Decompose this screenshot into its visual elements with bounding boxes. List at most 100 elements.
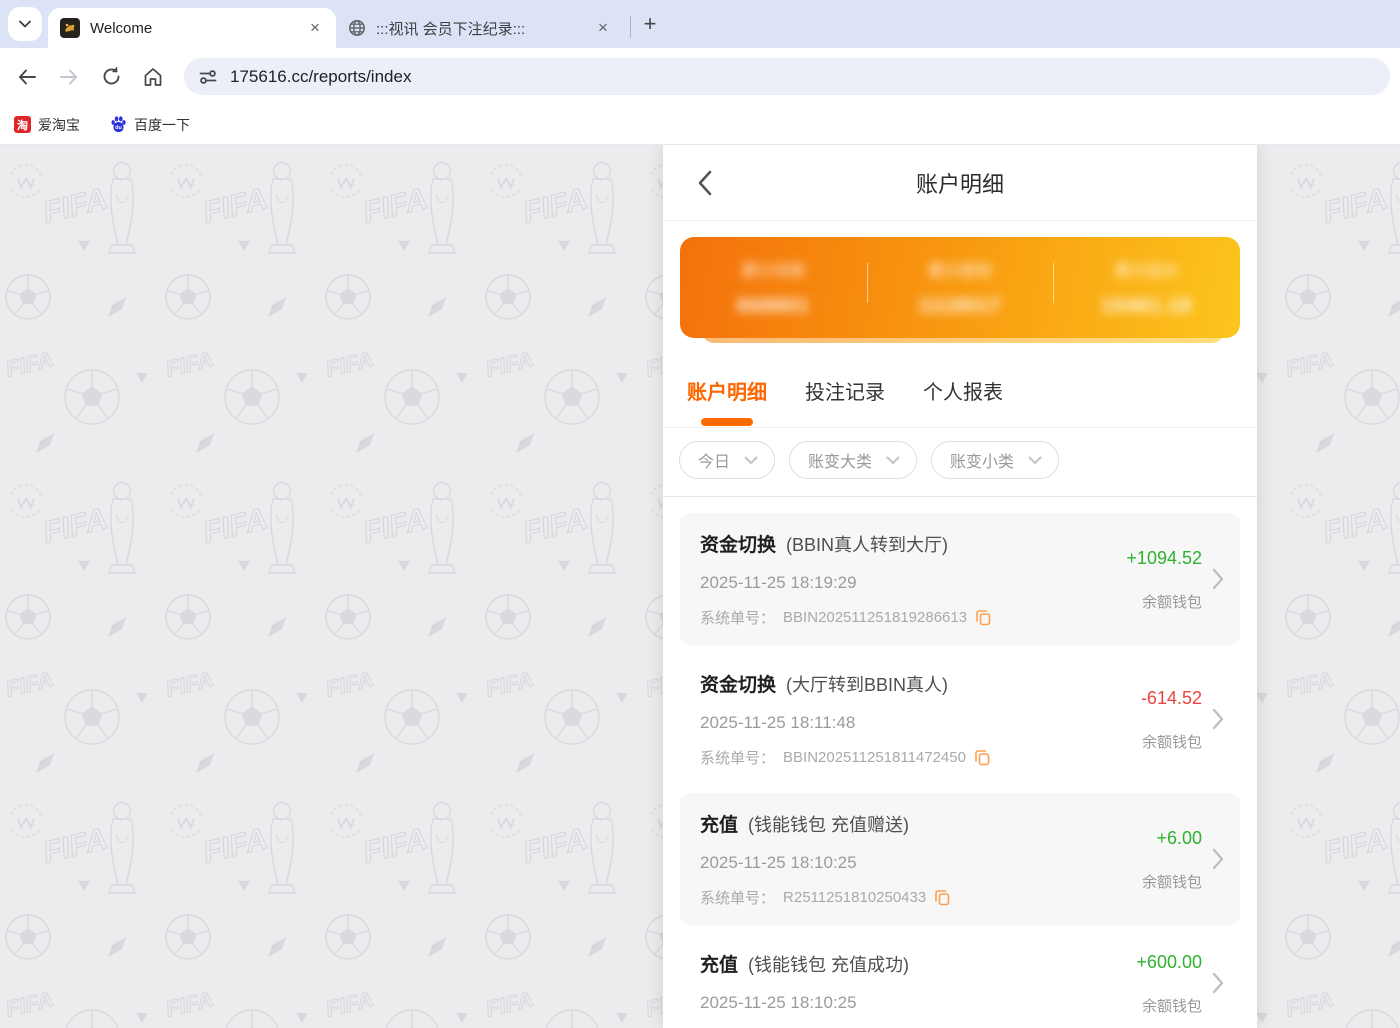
- chevron-right-icon: [1212, 708, 1224, 730]
- forward-arrow-icon: [60, 69, 77, 84]
- copy-icon[interactable]: [934, 889, 951, 906]
- copy-icon[interactable]: [974, 749, 991, 766]
- chevron-right-icon: [1212, 568, 1224, 590]
- transaction-row[interactable]: 充值 (钱能钱包 充值成功) 2025-11-25 18:10:25 +600.…: [680, 933, 1240, 1028]
- reload-button[interactable]: [90, 56, 132, 98]
- summary-label-masked: 累计提现: [928, 263, 993, 280]
- order-number: BBIN202511251819286613: [783, 609, 968, 626]
- home-icon: [144, 67, 162, 86]
- account-detail-panel: 账户明细 累计存款 668801 累计提现 1118017 累计返水 10461…: [663, 145, 1257, 1028]
- back-button[interactable]: [6, 56, 48, 98]
- page-title: 账户明细: [915, 171, 1004, 197]
- wallet-type: 余额钱包: [1141, 734, 1202, 751]
- panel-header: 账户明细: [663, 145, 1257, 221]
- gold-emblem-icon: [65, 23, 75, 32]
- filter-category-minor-dropdown[interactable]: 账变小类: [931, 441, 1060, 479]
- globe-icon: [348, 19, 366, 37]
- svg-text:du: du: [115, 125, 122, 131]
- filter-category-major-dropdown[interactable]: 账变大类: [789, 441, 918, 479]
- back-arrow-icon: [19, 69, 36, 84]
- transaction-type: 充值: [700, 955, 739, 976]
- tab-search-button[interactable]: [8, 7, 42, 41]
- summary-value-masked: 1118017: [918, 295, 1002, 317]
- browser-tab-strip: Welcome × :::视讯 会员下注纪录::: × +: [0, 0, 1400, 48]
- summary-section: 累计存款 668801 累计提现 1118017 累计返水 10461.18: [680, 237, 1240, 343]
- summary-label-masked: 累计存款: [741, 263, 806, 280]
- url-text: 175616.cc/reports/index: [230, 66, 412, 86]
- transaction-row[interactable]: 充值 (钱能钱包 充值赠送) 2025-11-25 18:10:25 系统单号：…: [680, 793, 1240, 925]
- transaction-order-line: 系统单号： BBIN202511251811472450: [700, 747, 1050, 768]
- bookmark-baidu[interactable]: du 百度一下: [110, 115, 190, 135]
- new-tab-button[interactable]: +: [635, 9, 665, 39]
- order-number: BBIN202511251811472450: [783, 749, 966, 766]
- bookmarks-bar: 淘 爱淘宝 du 百度一下: [0, 105, 1400, 145]
- site-settings-icon[interactable]: [198, 67, 218, 87]
- transaction-datetime: 2025-11-25 18:19:29: [700, 573, 857, 592]
- transaction-order-line: 系统单号： BBIN202511251819286613: [700, 607, 1050, 628]
- transaction-type: 充值: [700, 815, 739, 836]
- transaction-row[interactable]: 资金切换 (BBIN真人转到大厅) 2025-11-25 18:19:29 系统…: [680, 513, 1240, 645]
- transaction-type: 资金切换: [700, 535, 777, 556]
- wallet-type: 余额钱包: [1141, 874, 1202, 891]
- close-tab-icon[interactable]: ×: [592, 17, 614, 39]
- transaction-datetime: 2025-11-25 18:10:25: [700, 853, 857, 872]
- tab-bet-records[interactable]: 投注记录: [805, 368, 885, 426]
- chevron-down-icon: [744, 456, 758, 464]
- home-button[interactable]: [132, 56, 174, 98]
- order-label: 系统单号：: [700, 750, 776, 767]
- summary-value-masked: 668801: [736, 295, 810, 317]
- wallet-type: 余额钱包: [1141, 998, 1202, 1015]
- browser-tab-welcome[interactable]: Welcome ×: [48, 8, 336, 48]
- tab-label: 账户明细: [687, 382, 767, 404]
- transaction-list: 资金切换 (BBIN真人转到大厅) 2025-11-25 18:19:29 系统…: [663, 497, 1257, 1028]
- summary-col-3: 累计返水 10461.18: [1053, 257, 1240, 318]
- back-chevron-icon: [698, 170, 712, 195]
- filter-row: 今日 账变大类 账变小类: [663, 428, 1257, 497]
- order-number: R2511251810250433: [783, 889, 927, 906]
- tab-label: 个人报表: [923, 382, 1003, 404]
- chevron-right-icon: [1212, 848, 1224, 870]
- summary-card: 累计存款 668801 累计提现 1118017 累计返水 10461.18: [680, 237, 1240, 338]
- order-label: 系统单号：: [700, 890, 776, 907]
- forward-button[interactable]: [48, 56, 90, 98]
- bookmark-label: 爱淘宝: [38, 116, 80, 133]
- active-tab-underline: [701, 418, 753, 426]
- chevron-down-icon: [886, 456, 900, 464]
- transaction-subtitle: (钱能钱包 充值成功): [748, 955, 910, 975]
- transaction-subtitle: (大厅转到BBIN真人): [786, 675, 949, 695]
- taobao-icon: 淘: [14, 116, 31, 133]
- report-tabs: 账户明细 投注记录 个人报表: [663, 362, 1257, 428]
- bookmark-aitaobao[interactable]: 淘 爱淘宝: [14, 115, 80, 135]
- baidu-paw-icon: du: [110, 116, 127, 133]
- summary-label-masked: 累计返水: [1114, 263, 1179, 280]
- close-tab-icon[interactable]: ×: [304, 17, 326, 39]
- tab-divider: [630, 16, 631, 38]
- transaction-row[interactable]: 资金切换 (大厅转到BBIN真人) 2025-11-25 18:11:48 系统…: [680, 653, 1240, 785]
- transaction-amount: -614.52: [1140, 688, 1202, 708]
- copy-icon[interactable]: [975, 609, 992, 626]
- tab-account-detail[interactable]: 账户明细: [687, 368, 767, 426]
- summary-col-1: 累计存款 668801: [680, 257, 867, 318]
- transaction-type: 资金切换: [700, 675, 777, 696]
- chevron-down-icon: [19, 20, 31, 28]
- summary-col-2: 累计提现 1118017: [866, 257, 1054, 318]
- transaction-subtitle: (钱能钱包 充值赠送): [748, 815, 910, 835]
- browser-tab-betting-records[interactable]: :::视讯 会员下注纪录::: ×: [336, 8, 624, 48]
- site-favicon: [60, 18, 80, 38]
- summary-value-masked: 10461.18: [1100, 295, 1193, 317]
- tab-title: :::视讯 会员下注纪录:::: [376, 20, 526, 38]
- back-nav-button[interactable]: [689, 145, 720, 220]
- transaction-order-line: 系统单号： R2511251810250433: [700, 887, 1050, 908]
- transaction-amount: +6.00: [1156, 828, 1202, 848]
- transaction-datetime: 2025-11-25 18:10:25: [700, 993, 857, 1012]
- browser-toolbar: 175616.cc/reports/index: [0, 48, 1400, 105]
- chevron-down-icon: [1028, 456, 1042, 464]
- reload-icon: [103, 67, 119, 85]
- address-bar[interactable]: 175616.cc/reports/index: [184, 58, 1390, 95]
- tab-title: Welcome: [90, 19, 153, 37]
- tab-label: 投注记录: [805, 382, 885, 404]
- filter-date-dropdown[interactable]: 今日: [679, 441, 776, 479]
- page-content: FIFA FIFA 账户明细 累计存款 668801: [0, 145, 1400, 1028]
- tab-personal-report[interactable]: 个人报表: [923, 368, 1003, 426]
- transaction-datetime: 2025-11-25 18:11:48: [700, 713, 856, 732]
